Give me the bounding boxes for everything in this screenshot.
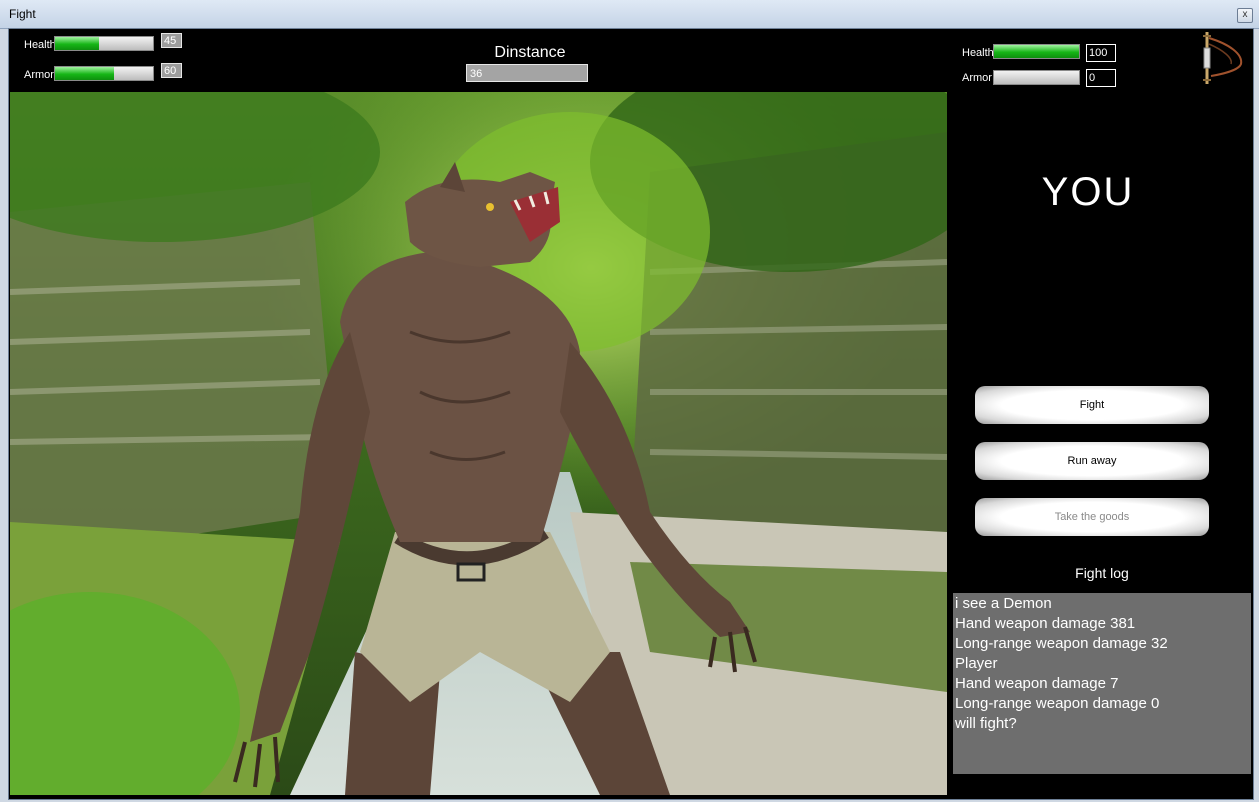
fight-button[interactable]: Fight [975, 386, 1209, 424]
player-health-fill [994, 45, 1079, 58]
close-button[interactable]: x [1237, 8, 1253, 23]
battle-scene [10, 92, 947, 795]
player-health-value: 100 [1086, 44, 1116, 62]
enemy-health-value: 45 [161, 33, 182, 48]
fight-log[interactable]: i see a Demon Hand weapon damage 381 Lon… [953, 593, 1251, 774]
log-line: i see a Demon [955, 595, 1052, 612]
run-away-button[interactable]: Run away [975, 442, 1209, 480]
window-title: Fight [9, 7, 36, 21]
player-health-label: Health [962, 47, 994, 59]
fight-log-label: Fight log [1075, 565, 1129, 581]
player-armor-value: 0 [1086, 69, 1116, 87]
enemy-armor-bar [54, 66, 154, 81]
sword-icon [1203, 32, 1243, 84]
distance-value: 36 [466, 64, 588, 82]
log-line: Hand weapon damage 381 [955, 615, 1136, 632]
window-titlebar: Fight x [0, 0, 1259, 29]
log-line: Player [955, 655, 998, 672]
player-armor-bar [993, 70, 1080, 85]
player-armor-label: Armor [962, 72, 992, 84]
log-line: Long-range weapon damage 0 [955, 695, 1160, 712]
log-line: Long-range weapon damage 32 [955, 635, 1168, 652]
enemy-armor-fill [55, 67, 114, 80]
log-line: will fight? [955, 715, 1017, 732]
werewolf-enemy [233, 162, 757, 795]
log-line: Hand weapon damage 7 [955, 675, 1119, 692]
distance-label: Dinstance [494, 44, 566, 61]
enemy-armor-label: Armor [24, 69, 54, 81]
player-title: YOU [1041, 170, 1135, 214]
take-goods-button[interactable]: Take the goods [975, 498, 1209, 536]
enemy-health-bar [54, 36, 154, 51]
enemy-health-fill [55, 37, 100, 50]
enemy-armor-value: 60 [161, 63, 182, 78]
enemy-health-label: Health [24, 39, 56, 51]
player-health-bar [993, 44, 1080, 59]
